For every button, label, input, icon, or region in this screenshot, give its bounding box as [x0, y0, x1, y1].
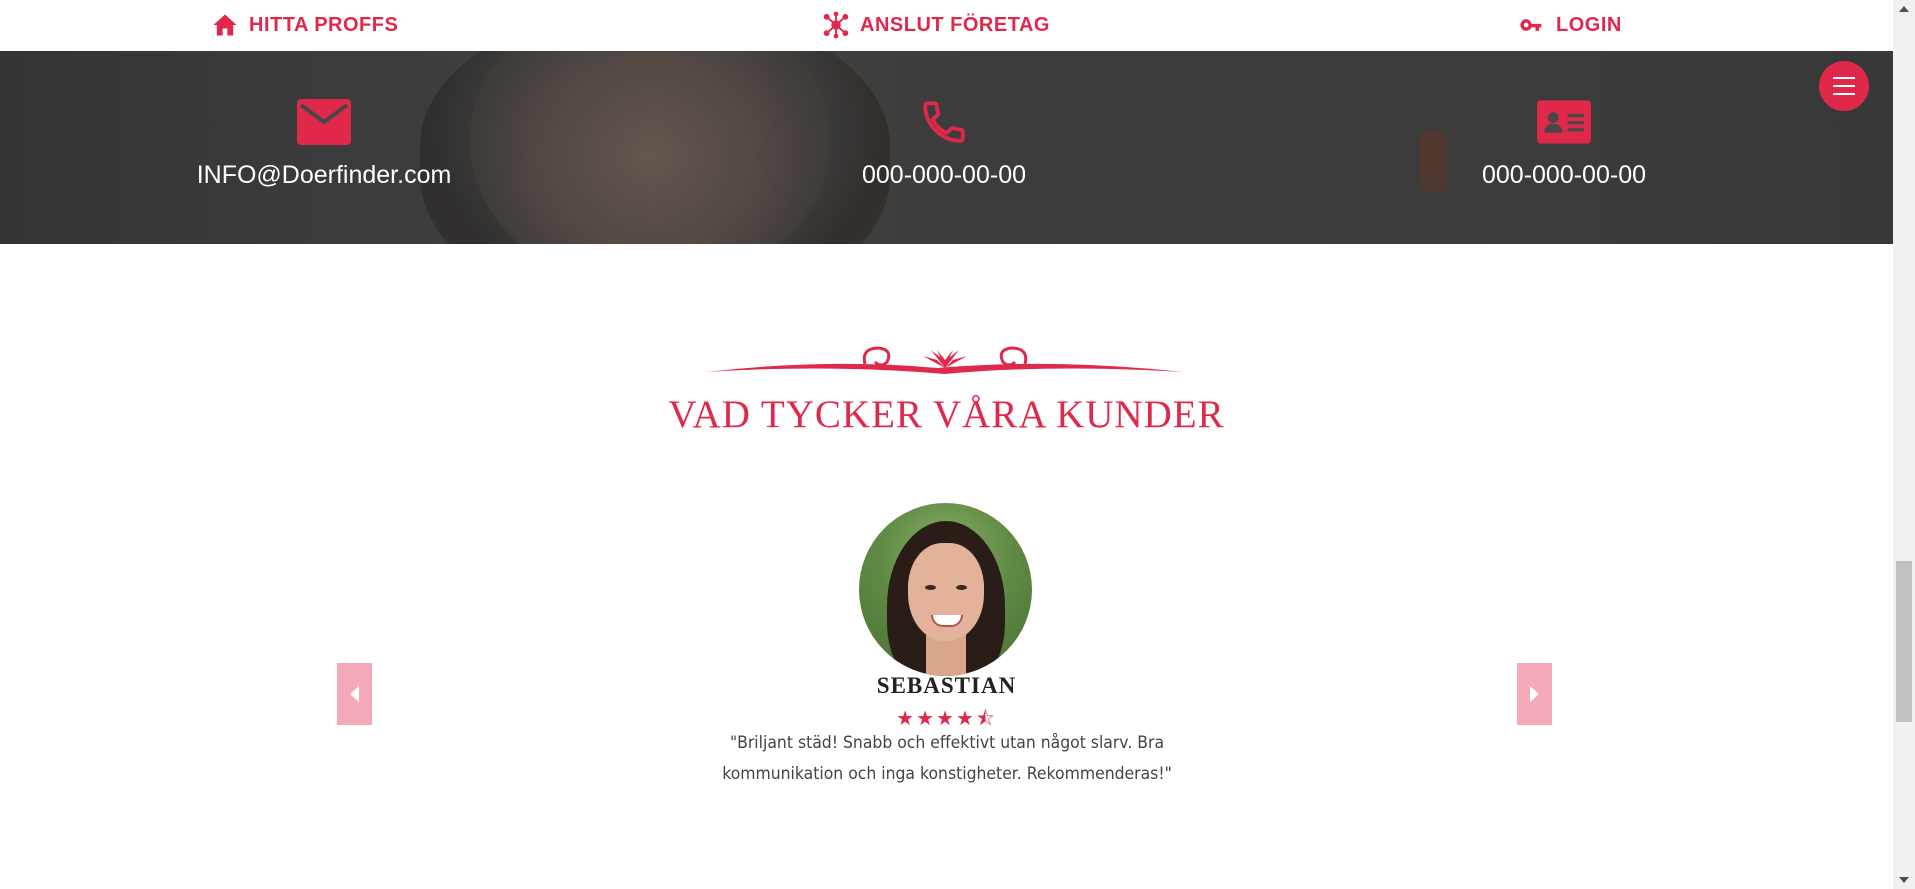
- testimonial-name: SEBASTIAN: [876, 673, 1017, 698]
- hamburger-line: [1833, 93, 1855, 95]
- key-icon: [1520, 19, 1542, 31]
- hamburger-menu-icon: [1833, 77, 1855, 79]
- home-icon: [213, 14, 237, 36]
- avatar-eye: [925, 585, 936, 590]
- scroll-down-icon[interactable]: [1899, 877, 1909, 883]
- scroll-up-icon[interactable]: [1899, 6, 1909, 12]
- phone-icon: [923, 101, 965, 143]
- nav-anslut-foretag[interactable]: ANSLUT FÖRETAG: [822, 10, 1050, 40]
- contact-card-value[interactable]: 000-000-00-00: [1482, 161, 1646, 189]
- contact-phone-value[interactable]: 000-000-00-00: [862, 161, 1026, 189]
- nav-hitta-proffs[interactable]: HITTA PROFFS: [211, 10, 398, 40]
- page-scrollbar[interactable]: [1893, 0, 1915, 889]
- contact-card: 000-000-00-00: [1404, 97, 1724, 190]
- id-card-icon: [1537, 100, 1591, 144]
- nav-anslut-foretag-label: ANSLUT FÖRETAG: [860, 13, 1050, 36]
- testimonials-title: VAD TYCKER VÅRA KUNDER: [668, 393, 1225, 436]
- testimonial-avatar: [859, 503, 1032, 676]
- scrollbar-thumb[interactable]: [1896, 561, 1912, 722]
- contact-phone: 000-000-00-00: [784, 97, 1104, 190]
- nav-login-label: LOGIN: [1556, 13, 1622, 36]
- contact-banner: INFO@Doerfinder.com 000-000-00-00 000-00…: [0, 51, 1893, 244]
- title-ornament: [707, 346, 1183, 374]
- avatar-eye: [956, 585, 967, 590]
- testimonial-quote: "Briljant städ! Snabb och effektivt utan…: [722, 733, 1172, 784]
- mail-icon: [297, 99, 351, 145]
- nav-login[interactable]: LOGIN: [1518, 10, 1622, 40]
- hamburger-menu-button[interactable]: [1819, 61, 1869, 111]
- hamburger-line: [1833, 85, 1855, 87]
- network-icon: [823, 11, 849, 39]
- contact-email-value[interactable]: INFO@Doerfinder.com: [197, 161, 452, 189]
- nav-hitta-proffs-label: HITTA PROFFS: [249, 13, 399, 36]
- contact-email: INFO@Doerfinder.com: [164, 97, 484, 190]
- top-nav: HITTA PROFFS ANSLUT FÖRETAG LOGIN: [0, 0, 1893, 51]
